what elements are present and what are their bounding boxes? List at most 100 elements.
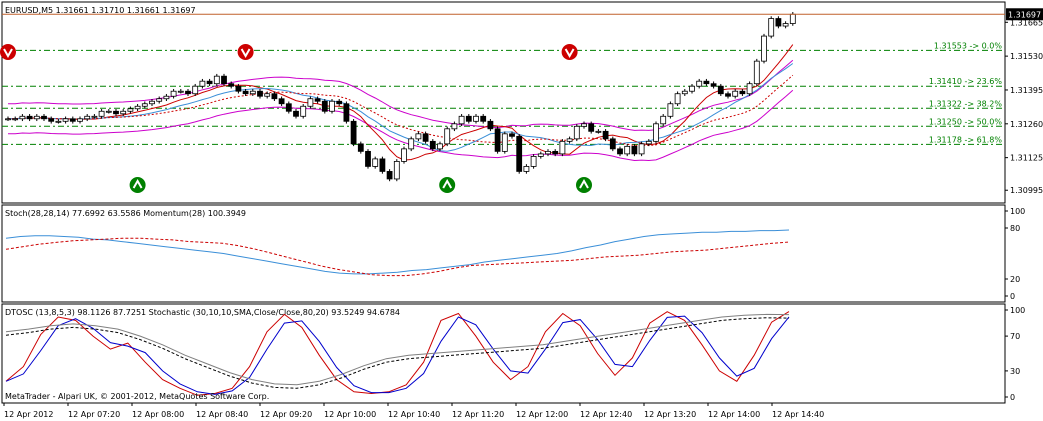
candle[interactable] [141,101,148,109]
candle[interactable] [559,139,566,157]
candle[interactable] [55,119,62,124]
candle[interactable] [595,129,602,134]
candle[interactable] [537,151,544,159]
candle[interactable] [523,164,530,174]
candle[interactable] [653,121,659,144]
candle[interactable] [62,116,69,124]
candle[interactable] [782,21,789,29]
candle[interactable] [300,104,307,119]
candle[interactable] [703,78,710,86]
candle[interactable] [473,114,479,124]
candle[interactable] [393,159,400,182]
candle[interactable] [98,109,105,119]
chart-canvas[interactable]: 1.316651.315301.313951.312601.311251.309… [0,0,1043,421]
candle[interactable] [667,101,674,119]
candle[interactable] [156,96,163,104]
candle[interactable] [732,88,739,99]
candle[interactable] [451,121,458,132]
candle[interactable] [33,114,40,122]
candle[interactable] [105,109,112,114]
candle[interactable] [775,16,782,29]
candle[interactable] [480,114,487,124]
candle[interactable] [5,116,11,122]
candle[interactable] [69,116,76,124]
candle[interactable] [48,116,55,124]
candle[interactable] [501,131,508,154]
candle[interactable] [617,146,623,157]
candle[interactable] [357,141,364,154]
candle[interactable] [12,116,19,122]
candle[interactable] [321,98,328,114]
candle[interactable] [127,106,134,114]
candle-body [775,18,782,27]
candle[interactable] [753,58,760,86]
candle[interactable] [696,78,703,89]
candle[interactable] [415,131,422,142]
candle[interactable] [631,144,638,157]
candle[interactable] [134,104,141,112]
candle[interactable] [365,149,371,169]
candle[interactable] [264,91,271,99]
candle[interactable] [343,101,350,124]
candle[interactable] [26,114,33,122]
candle[interactable] [185,88,191,96]
candle[interactable] [285,101,292,114]
time-tick-label: 12 Apr 11:20 [452,410,504,419]
candle[interactable] [422,131,429,144]
candle[interactable] [566,136,573,144]
candle[interactable] [545,149,551,157]
candle[interactable] [530,154,537,169]
candle[interactable] [689,83,695,94]
candle[interactable] [84,114,91,122]
candle-body [631,145,638,155]
candle[interactable] [91,114,98,119]
candle[interactable] [660,114,667,127]
candle[interactable] [624,144,631,157]
candle[interactable] [408,136,415,152]
candle[interactable] [746,81,753,96]
candle[interactable] [638,141,645,157]
candle-body [415,133,422,140]
candle[interactable] [372,156,379,169]
candle-body [127,108,134,112]
candle[interactable] [379,156,386,174]
candle[interactable] [163,93,170,101]
candle[interactable] [761,33,767,64]
candle[interactable] [206,78,213,86]
candle[interactable] [494,126,501,154]
candle[interactable] [674,91,681,107]
candle[interactable] [573,124,580,142]
candle[interactable] [307,96,314,109]
candle[interactable] [516,134,523,174]
candle[interactable] [609,136,616,152]
candle[interactable] [41,114,47,122]
candle[interactable] [213,73,220,86]
candle-body [761,35,767,62]
candle[interactable] [113,109,119,117]
candle[interactable] [444,126,451,147]
candle[interactable] [77,116,83,124]
candle[interactable] [487,119,494,132]
candle-body [393,161,400,180]
candle[interactable] [336,98,343,107]
candle[interactable] [278,96,285,107]
candle[interactable] [293,109,299,119]
candle[interactable] [725,91,731,99]
candle[interactable] [681,88,688,96]
candle[interactable] [581,121,587,129]
candle[interactable] [386,169,393,182]
candle[interactable] [177,88,184,94]
candle[interactable] [710,81,717,89]
candle-body [473,115,479,122]
candle[interactable] [768,16,775,39]
candle[interactable] [602,129,609,142]
candle[interactable] [401,146,407,164]
candle[interactable] [170,88,177,99]
candle[interactable] [257,88,263,99]
candle[interactable] [199,78,206,89]
candle[interactable] [350,119,357,147]
candle[interactable] [329,98,335,114]
candle[interactable] [739,88,746,96]
candle[interactable] [465,114,472,124]
candle[interactable] [19,114,26,122]
